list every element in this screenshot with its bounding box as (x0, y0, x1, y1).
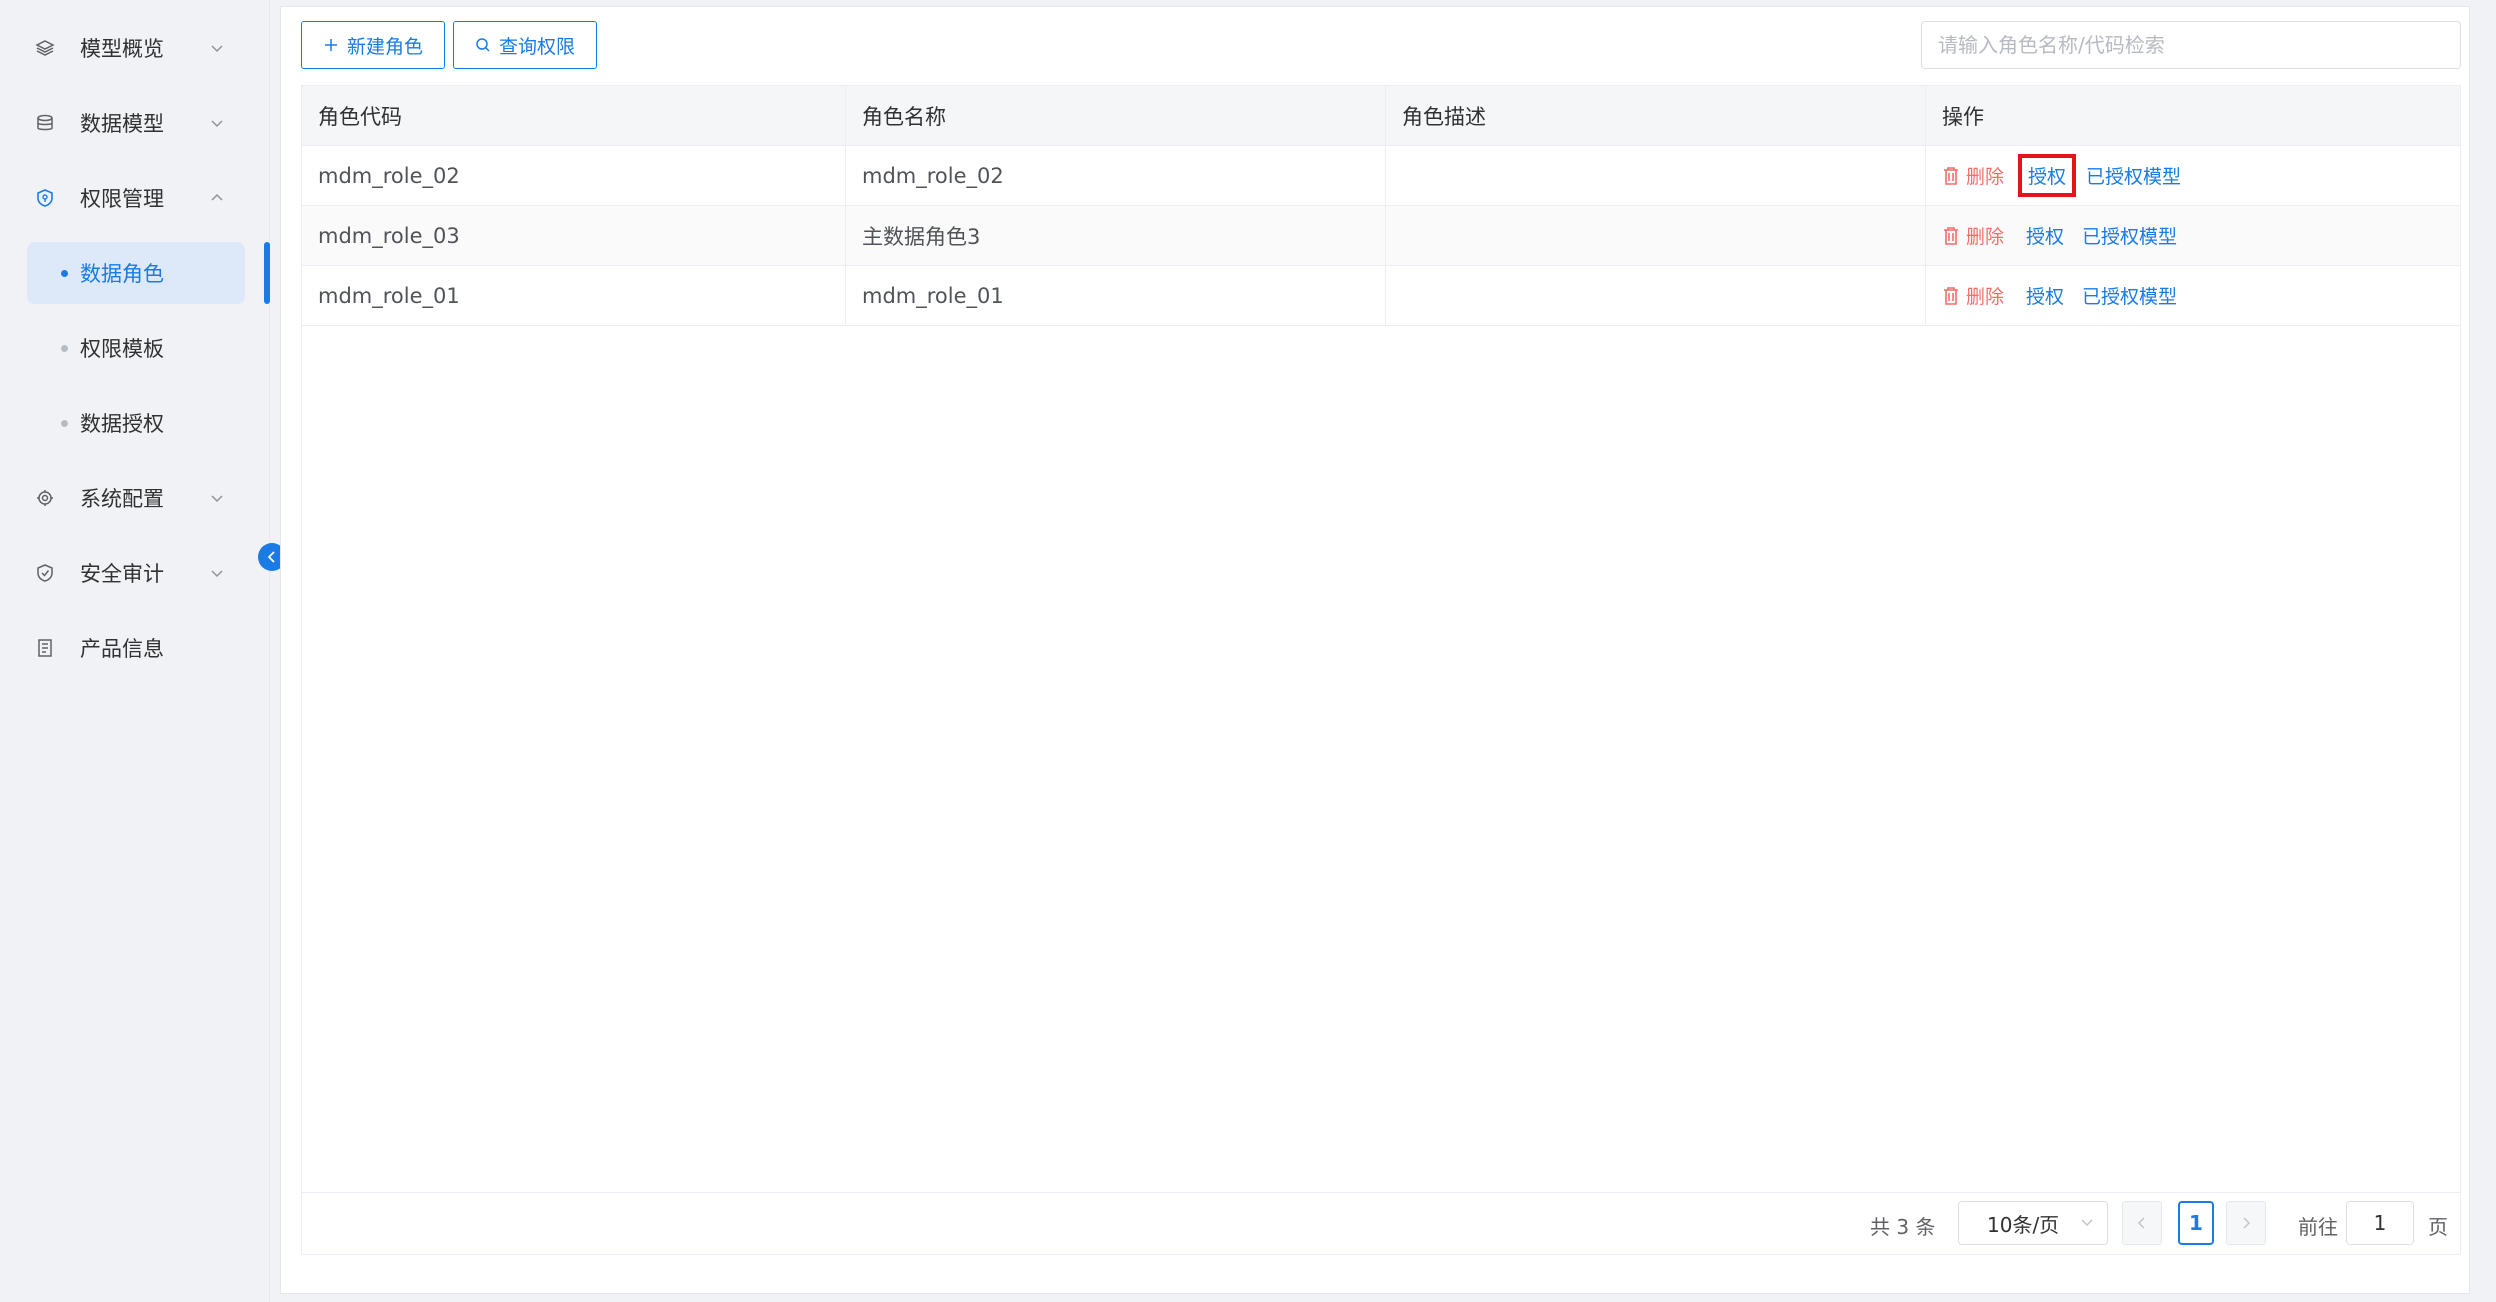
chevron-right-icon (2243, 1217, 2251, 1229)
sidebar-subitem-data-role[interactable]: 数据角色 (27, 242, 245, 304)
table-row: mdm_role_03 主数据角色3 删除 授权 已授权模型 (302, 206, 2460, 266)
grant-button[interactable]: 授权 (2018, 154, 2077, 197)
delete-label: 删除 (1966, 286, 2005, 308)
cell-role-desc (1385, 206, 1925, 265)
layers-icon (34, 37, 56, 59)
document-icon (34, 637, 56, 659)
grant-button[interactable]: 授权 (2018, 276, 2072, 315)
sidebar-item-label: 数据模型 (80, 112, 164, 136)
header-actions: 操作 (1925, 86, 2462, 145)
sidebar-subitem-label: 权限模板 (80, 337, 164, 361)
delete-button[interactable]: 删除 (1942, 222, 2004, 249)
header-role-code: 角色代码 (318, 104, 402, 129)
chevron-down-icon (208, 114, 226, 132)
sidebar-item-label: 系统配置 (80, 487, 164, 511)
trash-icon (1944, 226, 1958, 245)
sidebar: 模型概览 数据模型 权限管理 数据角色 权限模板 数据授权 系统配置 安全审计 … (0, 0, 286, 1302)
cell-actions: 删除 授权 已授权模型 (1925, 266, 2462, 325)
sidebar-item-model-overview[interactable]: 模型概览 (0, 18, 265, 78)
next-page-button[interactable] (2226, 1201, 2266, 1245)
table-header: 角色代码 角色名称 角色描述 操作 (302, 86, 2460, 146)
pagination: 共 3 条 10条/页 1 前往 页 (302, 1192, 2460, 1254)
header-role-desc: 角色描述 (1385, 86, 1925, 145)
page-number-current[interactable]: 1 (2178, 1201, 2214, 1245)
main-panel: 新建角色 查询权限 角色代码 角色名称 角色描述 操作 mdm_role_02 … (280, 6, 2470, 1294)
role-search-input[interactable] (1921, 21, 2461, 69)
page-size-select[interactable]: 10条/页 (1958, 1201, 2108, 1245)
delete-button[interactable]: 删除 (1942, 282, 2004, 309)
shield-icon (34, 187, 56, 209)
sidebar-item-product-info[interactable]: 产品信息 (0, 618, 265, 678)
cell-role-name: 主数据角色3 (845, 206, 1385, 265)
trash-icon (1944, 286, 1958, 305)
goto-label: 前往 (2298, 1215, 2338, 1239)
chevron-down-icon (208, 564, 226, 582)
page-size-value: 10条/页 (1987, 1212, 2060, 1237)
sidebar-item-security-audit[interactable]: 安全审计 (0, 543, 265, 603)
goto-page-input[interactable] (2346, 1201, 2414, 1245)
sidebar-item-data-model[interactable]: 数据模型 (0, 93, 265, 153)
sidebar-subitem-permission-template[interactable]: 权限模板 (27, 317, 245, 379)
chevron-down-icon (208, 39, 226, 57)
gear-icon (34, 487, 56, 509)
delete-label: 删除 (1966, 226, 2005, 248)
granted-models-link[interactable]: 已授权模型 (2082, 282, 2177, 309)
cell-role-name: mdm_role_01 (845, 266, 1385, 325)
roles-table: 角色代码 角色名称 角色描述 操作 mdm_role_02 mdm_role_0… (301, 85, 2461, 1255)
sidebar-item-permission-management[interactable]: 权限管理 (0, 168, 265, 228)
query-permission-label: 查询权限 (498, 36, 575, 58)
query-permission-button[interactable]: 查询权限 (453, 21, 597, 69)
cell-role-code: mdm_role_03 (318, 223, 460, 248)
table-row: mdm_role_02 mdm_role_02 删除 授权 已授权模型 (302, 146, 2460, 206)
sidebar-subitem-data-authorization[interactable]: 数据授权 (27, 392, 245, 454)
sidebar-subitem-label: 数据授权 (80, 412, 164, 436)
bullet-dot (61, 419, 68, 427)
granted-models-link[interactable]: 已授权模型 (2086, 162, 2181, 189)
delete-button[interactable]: 删除 (1942, 162, 2004, 189)
page-unit-label: 页 (2428, 1215, 2448, 1239)
sidebar-item-label: 权限管理 (80, 187, 164, 211)
cell-role-name: mdm_role_02 (845, 146, 1385, 205)
sidebar-subitem-label: 数据角色 (80, 262, 164, 286)
search-icon (476, 38, 490, 52)
database-icon (34, 112, 56, 134)
sidebar-item-label: 模型概览 (80, 37, 164, 61)
granted-models-link[interactable]: 已授权模型 (2082, 222, 2177, 249)
chevron-left-icon (2137, 1217, 2145, 1229)
cell-role-desc (1385, 146, 1925, 205)
sidebar-item-label: 产品信息 (80, 637, 164, 661)
cell-actions: 删除 授权 已授权模型 (1925, 206, 2462, 265)
prev-page-button[interactable] (2122, 1201, 2162, 1245)
cell-role-code: mdm_role_01 (318, 283, 460, 308)
cell-role-code: mdm_role_02 (318, 163, 460, 188)
cell-role-desc (1385, 266, 1925, 325)
new-role-label: 新建角色 (346, 36, 423, 58)
chevron-down-icon (208, 489, 226, 507)
sidebar-item-label: 安全审计 (80, 562, 164, 586)
active-dot (61, 269, 68, 277)
grant-button[interactable]: 授权 (2018, 216, 2072, 255)
table-row: mdm_role_01 mdm_role_01 删除 授权 已授权模型 (302, 266, 2460, 326)
active-indicator (264, 242, 270, 304)
shield-check-icon (34, 562, 56, 584)
sidebar-item-system-config[interactable]: 系统配置 (0, 468, 265, 528)
trash-icon (1944, 166, 1958, 185)
cell-actions: 删除 授权 已授权模型 (1925, 146, 2462, 205)
plus-icon (324, 39, 337, 51)
chevron-up-icon (208, 189, 226, 207)
header-role-name: 角色名称 (845, 86, 1385, 145)
delete-label: 删除 (1966, 166, 2005, 188)
new-role-button[interactable]: 新建角色 (301, 21, 445, 69)
chevron-left-icon (267, 551, 275, 563)
bullet-dot (61, 344, 68, 352)
total-count: 共 3 条 (1870, 1215, 1936, 1239)
chevron-down-icon (2081, 1219, 2093, 1227)
